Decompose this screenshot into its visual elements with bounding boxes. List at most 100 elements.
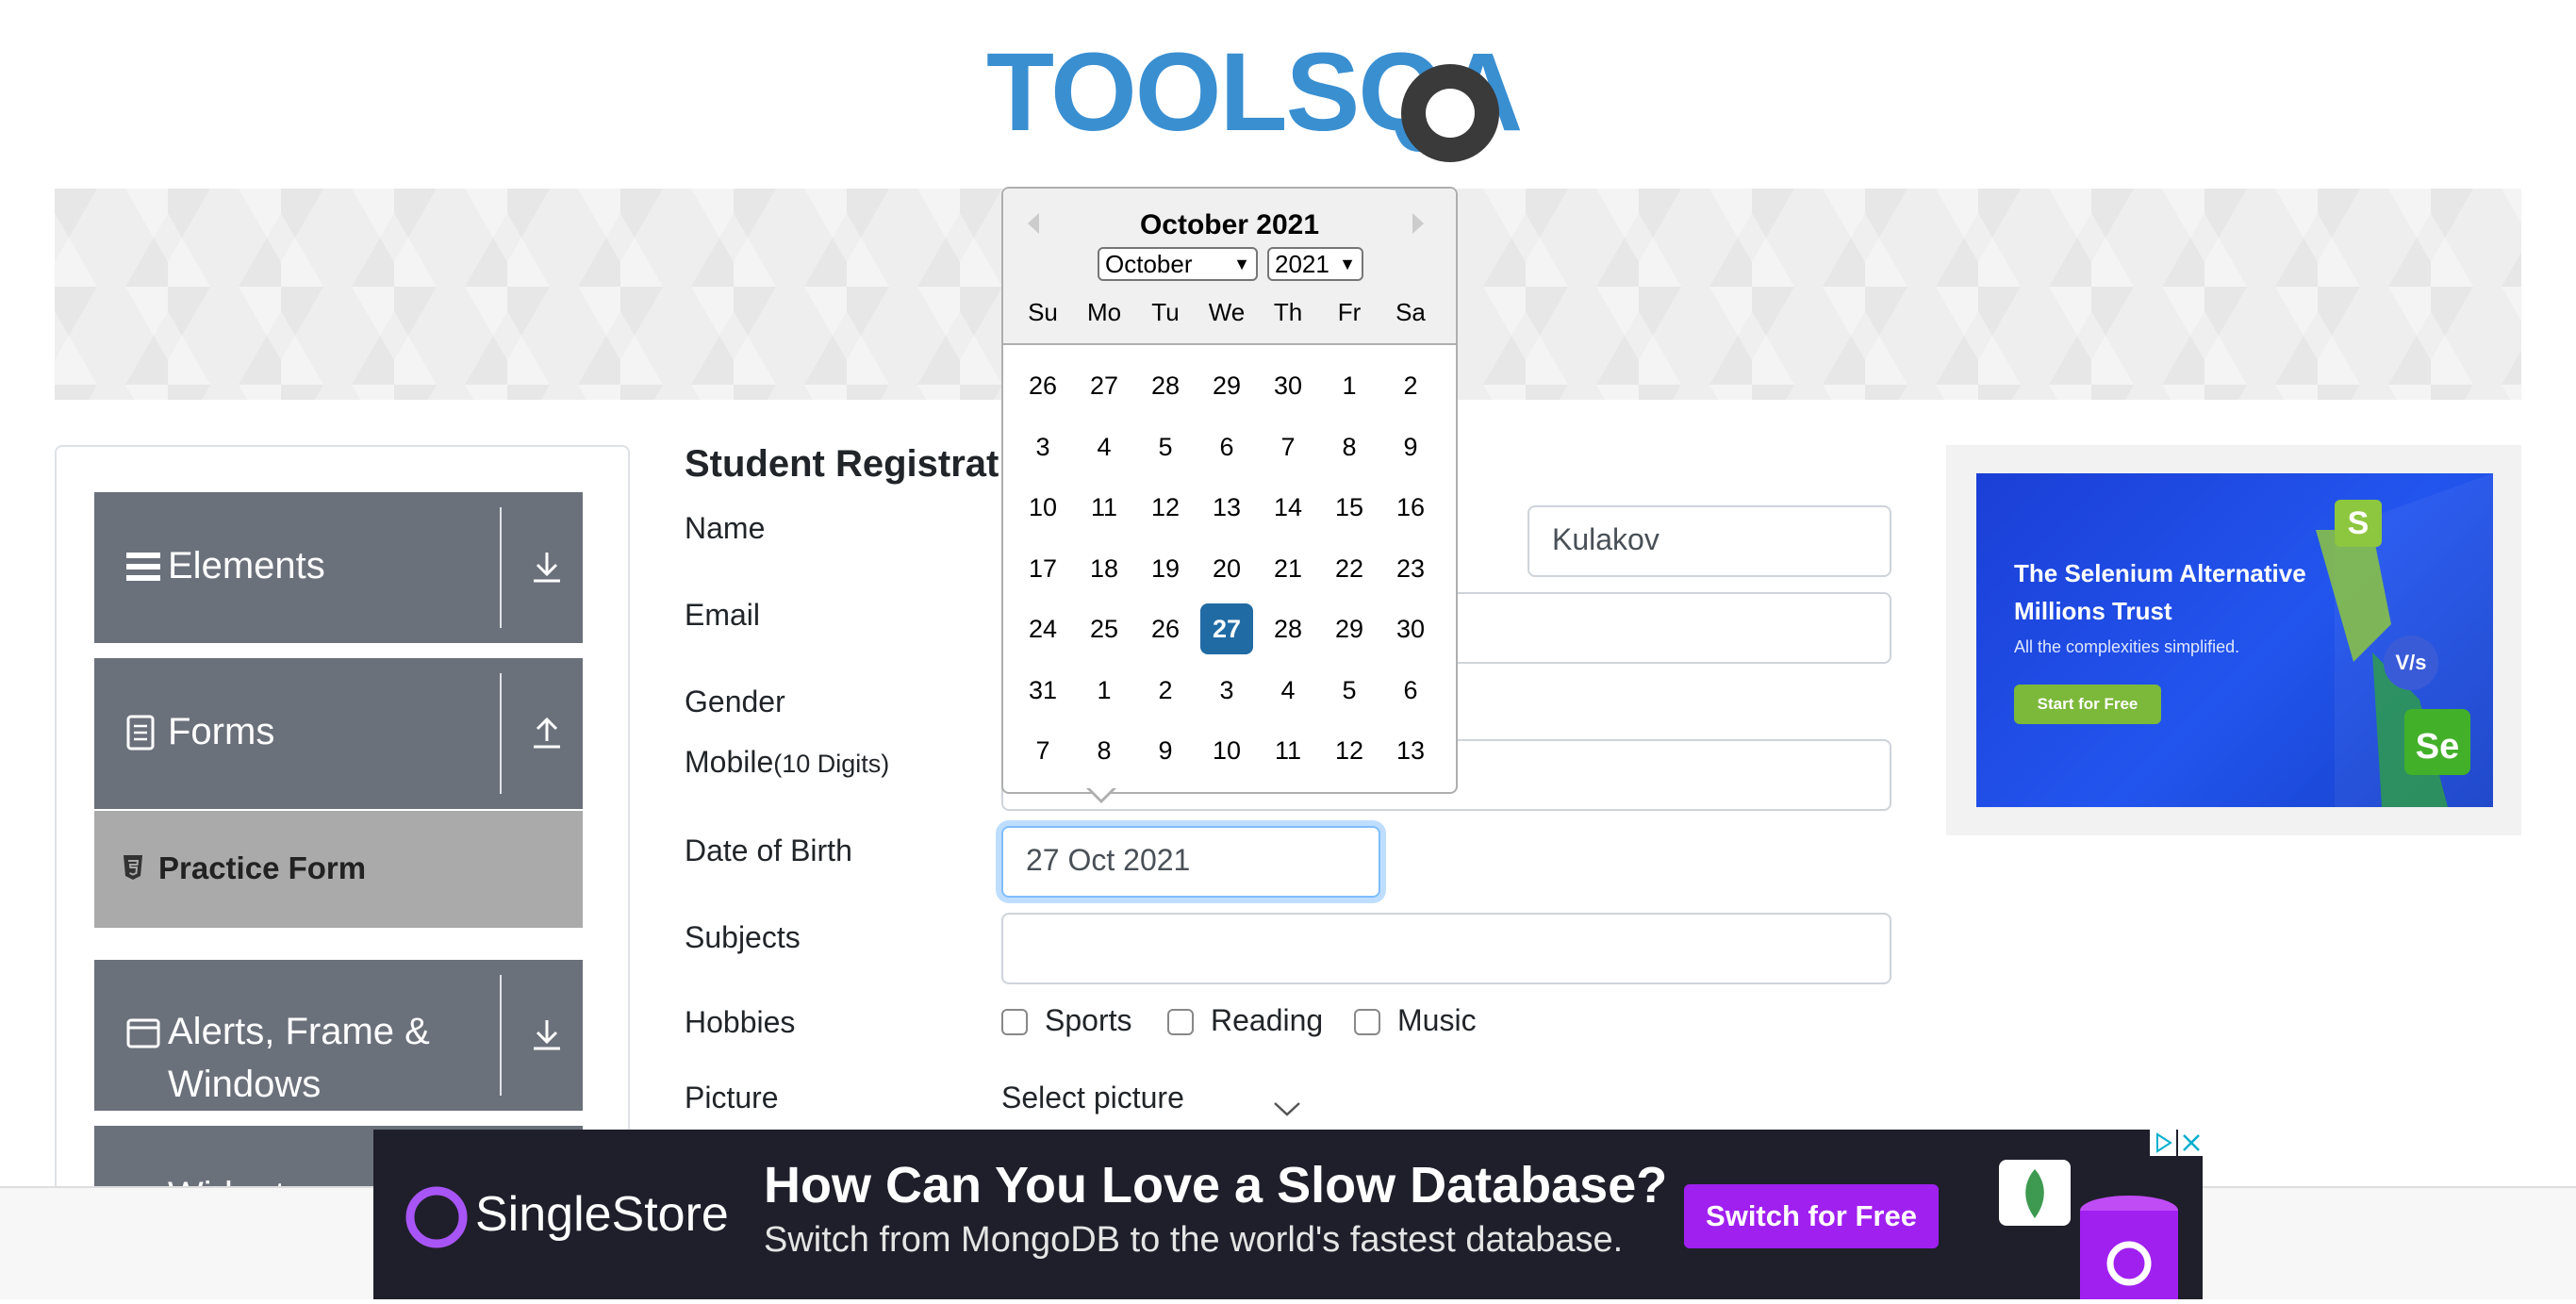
calendar-day[interactable]: 6 — [1384, 665, 1437, 716]
ad-headline-line2: Millions Trust — [2014, 597, 2172, 625]
calendar-day[interactable]: 9 — [1139, 725, 1192, 776]
calendar-day[interactable]: 5 — [1323, 665, 1376, 716]
calendar-day[interactable]: 5 — [1139, 421, 1192, 472]
date-of-birth-input[interactable]: 27 Oct 2021 — [1001, 826, 1380, 898]
hobby-music-label[interactable]: Music — [1397, 1003, 1477, 1038]
document-icon — [126, 715, 155, 755]
sidebar-group-alerts[interactable]: Alerts, Frame & Windows — [94, 960, 583, 1111]
hobby-reading-label[interactable]: Reading — [1211, 1003, 1323, 1038]
calendar-day[interactable]: 10 — [1200, 725, 1253, 776]
calendar-day-selected[interactable]: 27 — [1200, 603, 1253, 654]
year-select[interactable]: 2021 ▼ — [1267, 247, 1363, 281]
calendar-day[interactable]: 21 — [1262, 543, 1314, 594]
ad-switch-button[interactable]: Switch for Free — [1684, 1184, 1939, 1248]
calendar-day[interactable]: 7 — [1016, 725, 1069, 776]
calendar-day[interactable]: 31 — [1016, 665, 1069, 716]
calendar-day[interactable]: 22 — [1323, 543, 1376, 594]
calendar-day[interactable]: 1 — [1078, 665, 1131, 716]
hobby-sports-label[interactable]: Sports — [1045, 1003, 1131, 1038]
calendar-day[interactable]: 3 — [1016, 421, 1069, 472]
calendar-day[interactable]: 9 — [1384, 421, 1437, 472]
calendar-day[interactable]: 13 — [1200, 482, 1253, 533]
calendar-day[interactable]: 20 — [1200, 543, 1253, 594]
hobby-reading-checkbox[interactable] — [1167, 1009, 1194, 1035]
select-picture-button[interactable]: Select picture — [1001, 1081, 1184, 1115]
calendar-day[interactable]: 7 — [1262, 421, 1314, 472]
database-cylinder-icon — [2072, 1192, 2186, 1304]
group-divider — [500, 673, 502, 794]
calendar-day[interactable]: 29 — [1200, 360, 1253, 411]
calendar-day[interactable]: 8 — [1323, 421, 1376, 472]
calendar-day[interactable]: 4 — [1262, 665, 1314, 716]
calendar-day[interactable]: 11 — [1262, 725, 1314, 776]
badge-s: S — [2335, 500, 2382, 547]
hobby-sports-checkbox[interactable] — [1001, 1009, 1028, 1035]
mobile-hint: (10 Digits) — [773, 750, 890, 778]
chevron-down-icon: ▼ — [1233, 255, 1250, 273]
calendar-day[interactable]: 15 — [1323, 482, 1376, 533]
calendar-day[interactable]: 24 — [1016, 603, 1069, 654]
calendar-day[interactable]: 30 — [1262, 360, 1314, 411]
calendar-day[interactable]: 4 — [1078, 421, 1131, 472]
calendar-day[interactable]: 23 — [1384, 543, 1437, 594]
ad-banner-singlestore[interactable]: SingleStore How Can You Love a Slow Data… — [373, 1130, 2204, 1299]
sidebar-group-label: Forms — [168, 711, 275, 752]
email-label: Email — [685, 598, 761, 632]
subjects-label: Subjects — [685, 920, 801, 954]
calendar-day[interactable]: 19 — [1139, 543, 1192, 594]
close-icon[interactable] — [2178, 1130, 2204, 1156]
calendar-day[interactable]: 12 — [1323, 725, 1376, 776]
calendar-day[interactable]: 8 — [1078, 725, 1131, 776]
calendar-day[interactable]: 16 — [1384, 482, 1437, 533]
calendar-day[interactable]: 26 — [1139, 603, 1192, 654]
sidebar-group-forms[interactable]: Forms — [94, 658, 583, 809]
month-select-value: October — [1105, 250, 1193, 278]
sidebar-group-label: Widgets — [168, 1169, 305, 1186]
calendar-day[interactable]: 13 — [1384, 725, 1437, 776]
dob-label: Date of Birth — [685, 834, 852, 867]
calendar-day[interactable]: 10 — [1016, 482, 1069, 533]
calendar-day[interactable]: 1 — [1323, 360, 1376, 411]
last-name-input[interactable]: Kulakov — [1527, 505, 1891, 577]
calendar-day[interactable]: 11 — [1078, 482, 1131, 533]
toolsqa-logo[interactable]: TOOLSQA — [986, 26, 1597, 173]
day-name: Th — [1273, 298, 1303, 326]
next-month-icon[interactable] — [1411, 211, 1426, 240]
calendar-day[interactable]: 14 — [1262, 482, 1314, 533]
month-select[interactable]: October ▼ — [1098, 247, 1258, 281]
calendar-day[interactable]: 29 — [1323, 603, 1376, 654]
adchoices-icon[interactable] — [2150, 1130, 2176, 1156]
day-name: Tu — [1151, 298, 1180, 326]
calendar-day[interactable]: 2 — [1384, 360, 1437, 411]
calendar-day[interactable]: 30 — [1384, 603, 1437, 654]
upload-arrow-icon[interactable] — [528, 715, 566, 752]
calendar-day[interactable]: 26 — [1016, 360, 1069, 411]
year-select-value: 2021 — [1275, 250, 1329, 278]
datepicker-pointer-fill — [1088, 786, 1115, 800]
html5-icon — [123, 854, 143, 885]
datepicker-header: October 2021 October ▼ 2021 ▼ Su Mo Tu W… — [1003, 189, 1456, 345]
day-name: Fr — [1337, 298, 1362, 326]
calendar-day[interactable]: 28 — [1139, 360, 1192, 411]
mobile-label: Mobile(10 Digits) — [685, 745, 889, 780]
singlestore-logo-icon — [405, 1186, 468, 1253]
gear-icon — [1401, 64, 1499, 162]
calendar-day[interactable]: 17 — [1016, 543, 1069, 594]
calendar-day[interactable]: 18 — [1078, 543, 1131, 594]
download-arrow-icon[interactable] — [528, 1016, 566, 1054]
calendar-day[interactable]: 28 — [1262, 603, 1314, 654]
ad-banner-selenium[interactable]: S V/s Se The Selenium Alternative Millio… — [1976, 473, 2493, 807]
calendar-day[interactable]: 3 — [1200, 665, 1253, 716]
hobby-music-checkbox[interactable] — [1354, 1009, 1380, 1035]
ad-headline-line1: The Selenium Alternative — [2014, 559, 2306, 587]
calendar-day[interactable]: 25 — [1078, 603, 1131, 654]
subjects-input[interactable] — [1001, 913, 1891, 984]
badge-se: Se — [2404, 709, 2470, 775]
calendar-day[interactable]: 27 — [1078, 360, 1131, 411]
calendar-day[interactable]: 2 — [1139, 665, 1192, 716]
download-arrow-icon[interactable] — [528, 549, 566, 586]
calendar-day[interactable]: 6 — [1200, 421, 1253, 472]
sidebar-group-elements[interactable]: Elements — [94, 492, 583, 643]
ad-start-button[interactable]: Start for Free — [2014, 685, 2161, 724]
calendar-day[interactable]: 12 — [1139, 482, 1192, 533]
